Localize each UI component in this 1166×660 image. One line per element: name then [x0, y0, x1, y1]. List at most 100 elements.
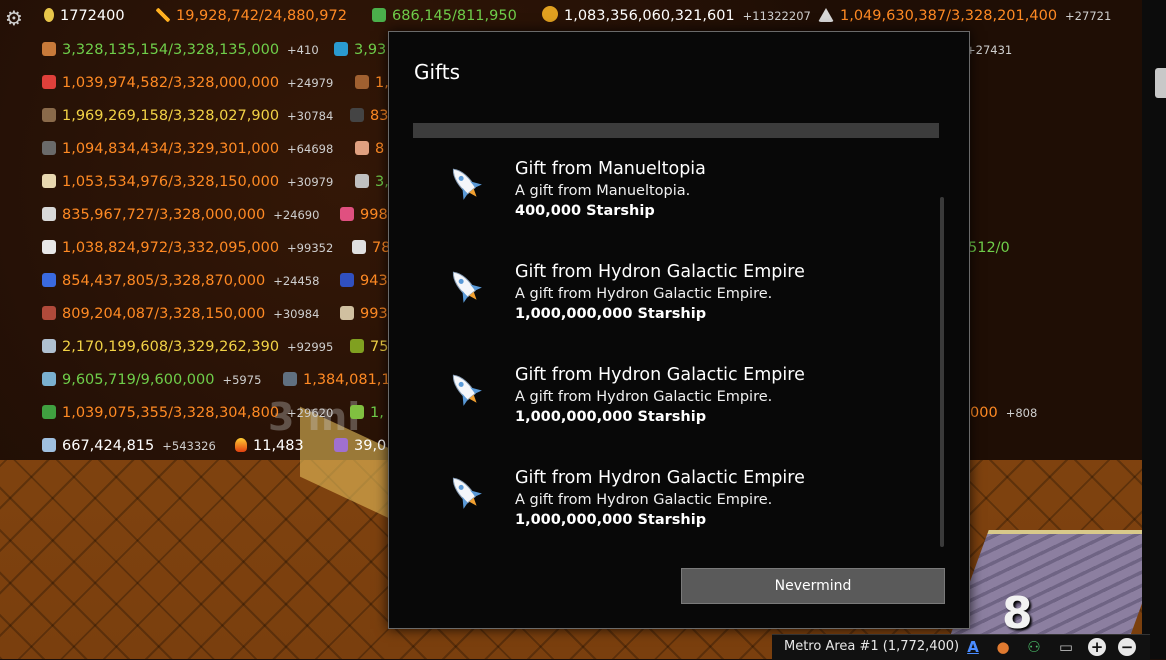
rock-counter: 1,049,630,387/3,328,201,400 +27721	[818, 6, 1111, 26]
resource-row: 667,424,815 +543326	[42, 436, 216, 456]
city-label[interactable]: Metro Area #1 (1,772,400)	[784, 639, 959, 654]
resource-delta: +24979	[287, 76, 334, 90]
resource-row-partial: 39,0	[334, 436, 386, 456]
resource-value: 998	[360, 207, 388, 223]
starship-icon	[452, 168, 482, 200]
glove-icon	[42, 273, 56, 287]
resource-delta: +410	[287, 43, 319, 57]
resource-row: 3,328,135,154/3,328,135,000 +410	[42, 40, 319, 60]
resource-row: 9,605,719/9,600,000 +5975	[42, 370, 261, 390]
resource-value: 809,204,087/3,328,150,000	[62, 306, 266, 322]
resource-delta: +30784	[287, 109, 334, 123]
resource-row: 1,039,974,582/3,328,000,000 +24979	[42, 73, 333, 93]
resource-value: 835,967,727/3,328,000,000	[62, 207, 266, 223]
tile-number: 8	[1002, 588, 1033, 639]
gift-description: A gift from Manueltopia.	[515, 183, 691, 199]
font-icon[interactable]: A	[964, 638, 982, 656]
gift-description: A gift from Hydron Galactic Empire.	[515, 389, 773, 405]
pipe-icon	[42, 240, 56, 254]
power-icon	[156, 8, 170, 22]
resource-icon	[334, 438, 348, 452]
side-panel-tab[interactable]	[1155, 68, 1166, 98]
resource-row-partial: 1,	[355, 73, 389, 93]
settings-gear-icon[interactable]: ⚙	[5, 6, 23, 30]
wood-icon	[42, 42, 56, 56]
resource-delta: +543326	[162, 439, 216, 453]
circuit-icon	[42, 405, 56, 419]
right-fragment-value-2: 000 +808	[970, 405, 1038, 421]
gift-item[interactable]: Gift from Hydron Galactic Empire A gift f…	[445, 365, 925, 455]
gift-amount: 1,000,000,000 Starship	[515, 409, 707, 425]
resource-row-partial: 1,384,081,1	[283, 370, 391, 390]
resource-row: 1,969,269,158/3,328,027,900 +30784	[42, 106, 333, 126]
resource-icon	[350, 108, 364, 122]
resource-row: 854,437,805/3,328,870,000 +24458	[42, 271, 319, 291]
resource-value: 2,170,199,608/3,329,262,390	[62, 339, 280, 355]
resource-value: 854,437,805/3,328,870,000	[62, 273, 266, 289]
iron-icon	[42, 207, 56, 221]
gift-title: Gift from Hydron Galactic Empire	[515, 262, 805, 282]
resource-delta: +30979	[287, 175, 334, 189]
resource-row-partial: 998	[340, 205, 388, 225]
nevermind-button[interactable]: Nevermind	[681, 568, 945, 604]
food-icon	[42, 75, 56, 89]
resource-row-partial: 993	[340, 304, 388, 324]
starship-icon	[452, 477, 482, 509]
resource-row-partial: 78	[352, 238, 390, 258]
gift-title: Gift from Manueltopia	[515, 159, 706, 179]
resource-value: 667,424,815	[62, 438, 155, 454]
gift-list-scrollbar[interactable]	[940, 197, 944, 547]
resource-icon	[283, 372, 297, 386]
resource-delta: +24458	[273, 274, 320, 288]
resource-icon	[334, 42, 348, 56]
resource-delta: +5975	[222, 373, 262, 387]
gift-item[interactable]: Gift from Hydron Galactic Empire A gift f…	[445, 262, 925, 352]
resource-row: 835,967,727/3,328,000,000 +24690	[42, 205, 319, 225]
money-delta: +11322207	[742, 9, 811, 23]
gift-description: A gift from Hydron Galactic Empire.	[515, 286, 773, 302]
add-user-icon[interactable]: ⚇	[1025, 638, 1043, 656]
brick-icon	[42, 306, 56, 320]
population-counter: 1772400	[44, 6, 125, 26]
chat-icon[interactable]: ●	[994, 638, 1012, 656]
resource-row-partial: 943	[340, 271, 388, 291]
glass-icon	[42, 339, 56, 353]
resource-icon	[350, 405, 364, 419]
resource-row: 2,170,199,608/3,329,262,390 +92995	[42, 337, 333, 357]
resource-value: 1,	[375, 75, 389, 91]
rock-delta: +27721	[1065, 9, 1112, 23]
resource-icon	[352, 240, 366, 254]
starship-icon	[452, 271, 482, 303]
resource-icon	[350, 339, 364, 353]
paper-icon	[42, 174, 56, 188]
resource-delta: +64698	[287, 142, 334, 156]
resource-row-partial: 1,	[350, 403, 384, 423]
resource-value: 1,094,834,434/3,329,301,000	[62, 141, 280, 157]
resource-value: 1,039,974,582/3,328,000,000	[62, 75, 280, 91]
zoom-in-icon[interactable]: +	[1088, 638, 1106, 656]
gift-item[interactable]: Gift from Manueltopia A gift from Manuelt…	[445, 159, 925, 249]
network-counter: 686,145/811,950	[372, 6, 517, 26]
zoom-out-icon[interactable]: −	[1118, 638, 1136, 656]
gift-description: A gift from Hydron Galactic Empire.	[515, 492, 773, 508]
list-header-bar	[413, 123, 939, 138]
status-bar: Metro Area #1 (1,772,400) A ● ⚇ ▭ + −	[772, 634, 1150, 660]
lumber-icon	[42, 108, 56, 122]
cast-icon[interactable]: ▭	[1057, 638, 1075, 656]
resource-icon	[340, 273, 354, 287]
gift-amount: 1,000,000,000 Starship	[515, 512, 707, 528]
resource-value: 9,605,719/9,600,000	[62, 372, 215, 388]
resource-icon	[340, 306, 354, 320]
resource-value: 3,	[375, 174, 389, 190]
resource-icon	[340, 207, 354, 221]
resource-value: 1,384,081,1	[303, 372, 391, 388]
resource-row-partial: 83	[350, 106, 388, 126]
stone-icon	[42, 141, 56, 155]
resource-value: 75	[370, 339, 389, 355]
money-counter: 1,083,356,060,321,601 +11322207	[542, 6, 811, 26]
resource-value: 1,	[370, 405, 384, 421]
resource-delta: +92995	[287, 340, 334, 354]
network-icon	[372, 8, 386, 22]
resource-value: 8	[375, 141, 385, 157]
gift-item[interactable]: Gift from Hydron Galactic Empire A gift f…	[445, 468, 925, 558]
